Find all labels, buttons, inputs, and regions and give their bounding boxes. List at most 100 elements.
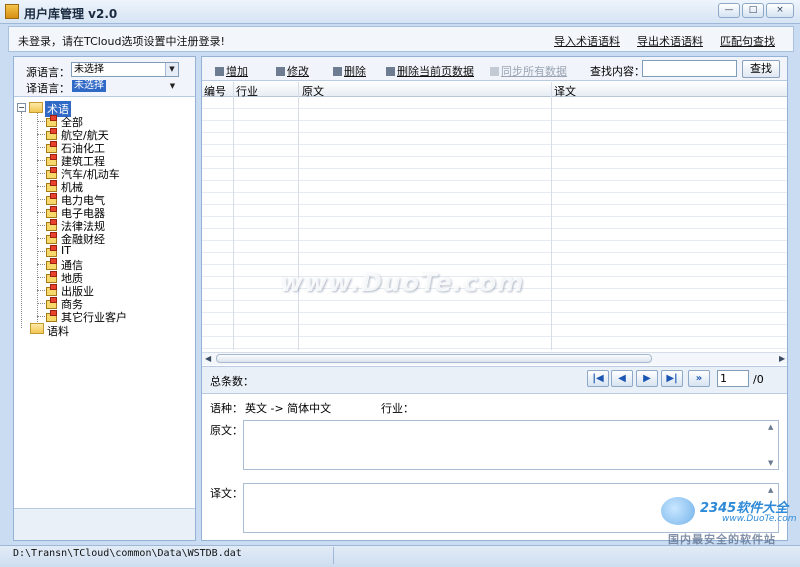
detail-language-label: 语种：	[210, 402, 243, 415]
tree-line	[37, 290, 45, 291]
target-text-area[interactable]	[243, 483, 779, 533]
term-category-icon	[45, 232, 58, 245]
term-category-icon	[45, 219, 58, 232]
column-divider	[233, 82, 234, 350]
next-page-button[interactable]: ▶	[636, 370, 658, 387]
sync-button[interactable]: 同步所有数据	[490, 63, 567, 79]
watermark-slogan: 国内最安全的软件站	[668, 533, 776, 546]
scroll-down-icon[interactable]: ▼	[768, 459, 773, 467]
tree-line	[37, 225, 45, 226]
login-message: 未登录，请在TCloud选项设置中注册登录!	[18, 35, 225, 48]
tree-root-corpus[interactable]: 语料	[47, 323, 69, 339]
source-language-label: 源语言：	[26, 66, 70, 79]
edit-button[interactable]: 修改	[276, 63, 309, 79]
chevron-down-icon[interactable]: ▼	[165, 63, 178, 76]
total-count-label: 总条数：	[210, 375, 254, 388]
term-category-icon	[45, 206, 58, 219]
scrollbar-thumb[interactable]	[216, 354, 652, 363]
edit-label: 修改	[287, 65, 309, 78]
page-total: /0	[753, 373, 764, 386]
target-language-label: 译语言：	[26, 82, 70, 95]
folder-icon	[30, 323, 44, 334]
sync-icon	[490, 67, 499, 76]
title-bar	[0, 0, 800, 24]
folder-open-icon	[29, 102, 43, 113]
target-text-label: 译文：	[210, 487, 243, 500]
search-button[interactable]: 查找	[742, 60, 780, 78]
term-category-icon	[45, 154, 58, 167]
term-category-icon	[45, 297, 58, 310]
detail-language-value: 英文 -> 简体中文	[245, 402, 332, 415]
scroll-left-icon[interactable]: ◀	[205, 354, 211, 363]
tree-collapse-toggle[interactable]: −	[17, 103, 26, 112]
term-category-icon	[45, 167, 58, 180]
term-category-icon	[45, 128, 58, 141]
column-divider	[298, 82, 299, 350]
scroll-right-icon[interactable]: ▶	[779, 354, 785, 363]
tree-line	[21, 112, 22, 328]
add-label: 增加	[226, 65, 248, 78]
tree-line	[37, 316, 45, 317]
delete-page-button[interactable]: 删除当前页数据	[386, 63, 474, 79]
go-page-button[interactable]: »	[688, 370, 710, 387]
left-status-area	[14, 508, 195, 540]
watermark-url: www.DuoTe.com	[722, 514, 797, 524]
sync-label: 同步所有数据	[501, 65, 567, 78]
term-category-icon	[45, 271, 58, 284]
chevron-down-icon[interactable]: ▼	[166, 80, 179, 93]
tree-line	[37, 121, 45, 122]
tree-line	[37, 303, 45, 304]
term-category-icon	[45, 180, 58, 193]
tree-line	[37, 199, 45, 200]
tree-line	[37, 212, 45, 213]
detail-industry-label: 行业：	[381, 402, 414, 415]
term-category-icon	[45, 258, 58, 271]
add-button[interactable]: 增加	[215, 63, 248, 79]
data-grid-body[interactable]	[202, 97, 787, 352]
delete-icon	[333, 67, 342, 76]
tree-item[interactable]: IT	[61, 244, 71, 257]
minimize-button[interactable]: —	[718, 3, 740, 18]
add-icon	[215, 67, 224, 76]
delete-label: 删除	[344, 65, 366, 78]
term-category-icon	[45, 141, 58, 154]
term-category-icon	[45, 245, 58, 258]
tree-item[interactable]: 其它行业客户	[61, 309, 127, 325]
target-language-value: 未选择	[72, 80, 106, 92]
delete-page-icon	[386, 67, 395, 76]
watermark-logo-icon	[661, 497, 695, 525]
window-title: 用户库管理 v2.0	[24, 7, 118, 21]
tree-line	[37, 238, 45, 239]
search-label: 查找内容：	[590, 65, 645, 78]
delete-page-label: 删除当前页数据	[397, 65, 474, 78]
source-text-area[interactable]	[243, 420, 779, 470]
export-link[interactable]: 导出术语语料	[637, 33, 703, 49]
tree-line	[37, 264, 45, 265]
maximize-button[interactable]: □	[742, 3, 764, 18]
edit-icon	[276, 67, 285, 76]
close-button[interactable]: ×	[766, 3, 794, 18]
prev-page-button[interactable]: ◀	[611, 370, 633, 387]
status-divider	[333, 547, 334, 564]
tree-line	[37, 186, 45, 187]
term-category-icon	[45, 115, 58, 128]
tree-line	[37, 160, 45, 161]
scroll-up-icon[interactable]: ▲	[768, 423, 773, 431]
last-page-button[interactable]: ▶|	[661, 370, 683, 387]
tree-line	[37, 147, 45, 148]
first-page-button[interactable]: |◀	[587, 370, 609, 387]
page-number-input[interactable]: 1	[717, 370, 749, 387]
status-file-path: D:\Transn\TCloud\common\Data\WSTDB.dat	[13, 548, 242, 559]
import-link[interactable]: 导入术语语料	[554, 33, 620, 49]
search-input[interactable]	[642, 60, 737, 77]
column-divider	[551, 82, 552, 350]
source-language-select[interactable]: 未选择	[71, 62, 179, 77]
source-text-label: 原文：	[210, 424, 243, 437]
scroll-up-icon[interactable]: ▲	[768, 486, 773, 494]
tree-line	[37, 112, 38, 324]
match-search-link[interactable]: 匹配句查找	[720, 33, 775, 49]
app-icon	[5, 4, 19, 19]
tree-line	[37, 277, 45, 278]
delete-button[interactable]: 删除	[333, 63, 366, 79]
term-category-icon	[45, 284, 58, 297]
